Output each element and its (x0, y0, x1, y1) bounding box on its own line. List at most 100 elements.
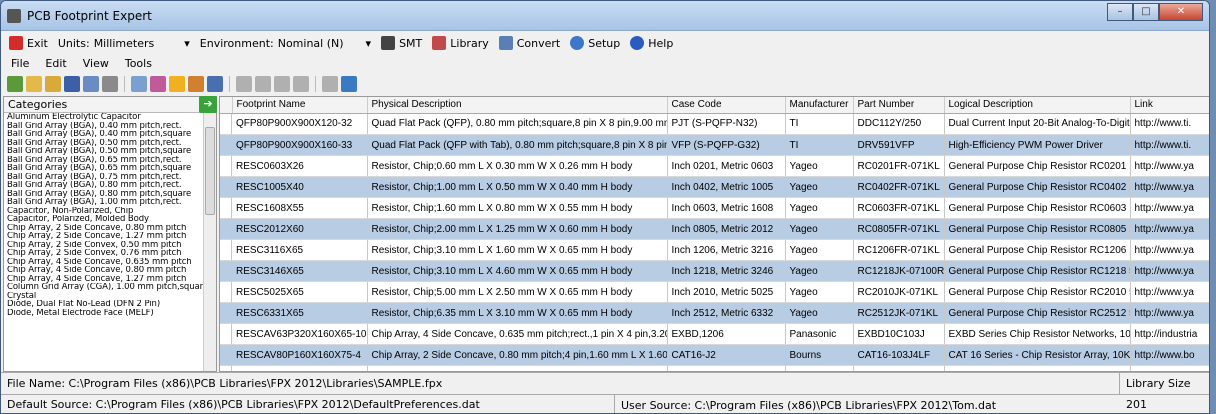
table-cell[interactable]: General Purpose Chip Resistor RC1218 5% … (944, 260, 1131, 282)
save-as-icon[interactable] (83, 76, 99, 92)
row-selector[interactable] (220, 197, 232, 219)
table-row[interactable]: QFP80P900X900X120-32 Quad Flat Pack (QFP)… (220, 113, 1209, 135)
table-cell[interactable]: RC2010JK-071KL (853, 281, 945, 303)
table-cell[interactable]: DRV591VFP (853, 134, 945, 156)
table-cell[interactable]: CAT 16 Series - Chip Resistor Array, 10K (944, 344, 1131, 366)
table-cell[interactable]: RESC5025X65 (232, 281, 368, 303)
star-icon[interactable] (169, 76, 185, 92)
table-row[interactable]: RESCAV80P160X160X75-4 Chip Array, 2 Side … (220, 344, 1209, 366)
convert-button[interactable]: Convert (498, 36, 560, 50)
table-row[interactable]: RESC1005X40 Resistor, Chip;1.00 mm L X 0.… (220, 176, 1209, 198)
row-selector[interactable] (220, 155, 232, 177)
column-header[interactable]: Link (1130, 97, 1209, 114)
paste-icon[interactable] (255, 76, 271, 92)
table-row[interactable]: RESC6331X65 Resistor, Chip;6.35 mm L X 3.… (220, 302, 1209, 324)
column-header[interactable]: Physical Description (367, 97, 668, 114)
table-row[interactable]: RESC0603X26 Resistor, Chip;0.60 mm L X 0.… (220, 155, 1209, 177)
category-item[interactable]: Capacitor, Polarized, Molded Body (4, 215, 204, 224)
table-cell[interactable]: Yageo (785, 176, 854, 198)
category-item[interactable]: Crystal (4, 292, 204, 301)
category-item[interactable]: Ball Grid Array (BGA), 0.50 mm pitch,squ… (4, 147, 204, 156)
table-cell[interactable]: http://www.ti. (1130, 113, 1209, 135)
table-cell[interactable]: General Purpose Chip Resistor RC2010 5% … (944, 281, 1131, 303)
table-cell[interactable]: RC1206FR-071KL (853, 239, 945, 261)
open-folder-icon[interactable] (26, 76, 42, 92)
column-header[interactable]: Footprint Name (232, 97, 368, 114)
category-item[interactable]: Ball Grid Array (BGA), 0.40 mm pitch,rec… (4, 122, 204, 131)
units-select[interactable]: Units: Millimeters ▾ (58, 37, 190, 50)
category-item[interactable]: Ball Grid Array (BGA), 0.40 mm pitch,squ… (4, 130, 204, 139)
row-selector[interactable] (220, 323, 232, 345)
table-cell[interactable]: http://www.ya (1130, 197, 1209, 219)
category-item[interactable]: Ball Grid Array (BGA), 1.00 mm pitch,rec… (4, 198, 204, 207)
table-cell[interactable]: QFP80P900X900X160-33 (232, 134, 368, 156)
table-cell[interactable]: General Purpose Chip Resistor RC0402 1% … (944, 176, 1131, 198)
table-cell[interactable]: http://www.ya (1130, 260, 1209, 282)
help-button[interactable]: Help (630, 36, 673, 50)
table-cell[interactable]: TI (785, 134, 854, 156)
table-cell[interactable]: RESC3116X65 (232, 239, 368, 261)
table-cell[interactable]: CAT16-J2 (667, 344, 786, 366)
row-selector[interactable] (220, 113, 232, 135)
table-row[interactable]: RESCAV63P320X160X65-10 Chip Array, 4 Side… (220, 323, 1209, 345)
table-cell[interactable]: Resistor, Chip;1.60 mm L X 0.80 mm W X 0… (367, 197, 668, 219)
table-cell[interactable]: http://www.ya (1130, 281, 1209, 303)
table-cell[interactable]: RESCAV63P320X160X65-10 (232, 323, 368, 345)
category-item[interactable]: Ball Grid Array (BGA), 0.80 mm pitch,rec… (4, 181, 204, 190)
table-cell[interactable]: CAT16-103J4LF (853, 344, 945, 366)
menu-view[interactable]: View (83, 57, 109, 70)
table-cell[interactable]: Resistor, Chip;5.00 mm L X 2.50 mm W X 0… (367, 281, 668, 303)
table-cell[interactable]: RESC6331X65 (232, 302, 368, 324)
table-cell[interactable]: DDC112Y/250 (853, 113, 945, 135)
search-icon[interactable] (131, 76, 147, 92)
table-cell[interactable]: PJT (S-PQFP-N32) (667, 113, 786, 135)
category-item[interactable]: Ball Grid Array (BGA), 0.80 mm pitch,squ… (4, 190, 204, 199)
category-item[interactable]: Chip Array, 4 Side Concave, 0.635 mm pit… (4, 258, 204, 267)
table-cell[interactable]: http://www.ya (1130, 218, 1209, 240)
row-selector[interactable] (220, 218, 232, 240)
table-cell[interactable]: Inch 1218, Metric 3246 (667, 260, 786, 282)
table-cell[interactable]: Resistor, Chip;2.00 mm L X 1.25 mm W X 0… (367, 218, 668, 240)
table-cell[interactable]: Bourns (785, 344, 854, 366)
library-button[interactable]: Library (432, 36, 489, 50)
table-cell[interactable]: Yageo (785, 218, 854, 240)
table-cell[interactable]: Inch 0201, Metric 0603 (667, 155, 786, 177)
table-cell[interactable]: General Purpose Chip Resistor RC2512 5% … (944, 302, 1131, 324)
table-cell[interactable]: Inch 0603, Metric 1608 (667, 197, 786, 219)
category-item[interactable]: Column Grid Array (CGA), 1.00 mm pitch,s… (4, 283, 204, 292)
table-cell[interactable]: RC0603FR-071KL (853, 197, 945, 219)
table-cell[interactable]: http://www.bo (1130, 344, 1209, 366)
table-cell[interactable]: Yageo (785, 239, 854, 261)
table-cell[interactable]: Inch 1206, Metric 3216 (667, 239, 786, 261)
table-row[interactable]: RESC1608X55 Resistor, Chip;1.60 mm L X 0.… (220, 197, 1209, 219)
category-item[interactable]: Chip Array, 4 Side Concave, 0.80 mm pitc… (4, 266, 204, 275)
table-row[interactable]: RESC3116X65 Resistor, Chip;3.10 mm L X 1.… (220, 239, 1209, 261)
row-selector[interactable] (220, 281, 232, 303)
category-item[interactable]: Aluminum Electrolytic Capacitor (4, 113, 204, 122)
table-cell[interactable]: Inch 2010, Metric 5025 (667, 281, 786, 303)
table-row[interactable]: RESC3146X65 Resistor, Chip;3.10 mm L X 4.… (220, 260, 1209, 282)
category-item[interactable]: Ball Grid Array (BGA), 0.75 mm pitch,rec… (4, 173, 204, 182)
table-cell[interactable]: Yageo (785, 155, 854, 177)
folder-icon[interactable] (45, 76, 61, 92)
table-cell[interactable]: http://www.ti. (1130, 134, 1209, 156)
table-cell[interactable]: Chip Array, 4 Side Concave, 0.635 mm pit… (367, 323, 668, 345)
column-header[interactable]: Case Code (667, 97, 786, 114)
category-item[interactable]: Chip Array, 2 Side Concave, 1.27 mm pitc… (4, 232, 204, 241)
table-cell[interactable]: Inch 0402, Metric 1005 (667, 176, 786, 198)
table-cell[interactable]: Resistor, Chip;1.00 mm L X 0.50 mm W X 0… (367, 176, 668, 198)
arrow-right-icon[interactable]: ➔ (199, 96, 217, 113)
row-selector[interactable] (220, 239, 232, 261)
table-cell[interactable]: RESCAV80P160X160X75-4 (232, 344, 368, 366)
table-cell[interactable]: EXBD,1206 (667, 323, 786, 345)
table-cell[interactable]: Chip Array, 2 Side Concave, 0.80 mm pitc… (367, 344, 668, 366)
table-cell[interactable]: Yageo (785, 302, 854, 324)
minimize-button[interactable]: – (1107, 3, 1133, 21)
table-cell[interactable]: VFP (S-PQFP-G32) (667, 134, 786, 156)
table-cell[interactable]: High-Efficiency PWM Power Driver (944, 134, 1131, 156)
category-item[interactable]: Capacitor, Non-Polarized, Chip (4, 207, 204, 216)
table-cell[interactable]: http://www.ya (1130, 155, 1209, 177)
table-cell[interactable]: EXBD10C103J (853, 323, 945, 345)
table-cell[interactable]: RESC2012X60 (232, 218, 368, 240)
grid-icon[interactable] (207, 76, 223, 92)
